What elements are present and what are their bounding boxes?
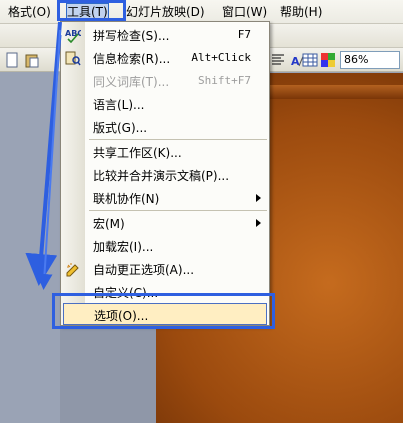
new-icon[interactable] (4, 52, 20, 68)
submenu-arrow-icon (256, 194, 261, 202)
menu-separator (89, 210, 267, 211)
table-icon[interactable] (302, 52, 318, 68)
tools-dropdown-menu: ABC 拼写检查(S)... F7 信息检索(R)... Alt+Click 同… (60, 21, 270, 326)
align-icon[interactable] (270, 52, 286, 68)
research-icon (65, 51, 81, 66)
menu-item-online-collab[interactable]: 联机协作(N) (61, 187, 269, 209)
menu-item-thesaurus[interactable]: 同义词库(T)... Shift+F7 (61, 70, 269, 92)
zoom-select[interactable]: 86% (340, 51, 400, 69)
menu-tools[interactable]: 工具(T) (66, 3, 109, 21)
menu-item-shared-workspace[interactable]: 共享工作区(K)... (61, 141, 269, 163)
menu-item-spellcheck[interactable]: ABC 拼写检查(S)... F7 (61, 24, 269, 46)
color-grid-icon[interactable] (320, 52, 336, 68)
menu-help[interactable]: 帮助(H) (280, 4, 322, 20)
menu-item-compare-merge[interactable]: 比较并合并演示文稿(P)... (61, 164, 269, 186)
paste-icon[interactable] (24, 52, 40, 68)
menu-item-macro[interactable]: 宏(M) (61, 212, 269, 234)
spellcheck-icon: ABC (65, 29, 81, 43)
menu-item-research[interactable]: 信息检索(R)... Alt+Click (61, 47, 269, 69)
menu-item-autocorrect[interactable]: 自动更正选项(A)... (61, 258, 269, 280)
menu-item-language[interactable]: 语言(L)... (61, 93, 269, 115)
menu-item-layout[interactable]: 版式(G)... (61, 116, 269, 138)
menu-window[interactable]: 窗口(W) (222, 4, 267, 20)
menu-item-addins[interactable]: 加载宏(I)... (61, 235, 269, 257)
svg-text:A: A (291, 55, 300, 68)
menu-slideshow[interactable]: 幻灯片放映(D) (126, 4, 205, 20)
menu-item-options[interactable]: 选项(O)... (63, 303, 267, 325)
svg-text:ABC: ABC (65, 29, 81, 38)
autocorrect-icon (66, 263, 79, 277)
menu-separator (89, 139, 267, 140)
menu-format[interactable]: 格式(O) (8, 4, 51, 20)
submenu-arrow-icon (256, 219, 261, 227)
outline-pane (0, 73, 60, 423)
menu-item-customize[interactable]: 自定义(C)... (61, 281, 269, 303)
